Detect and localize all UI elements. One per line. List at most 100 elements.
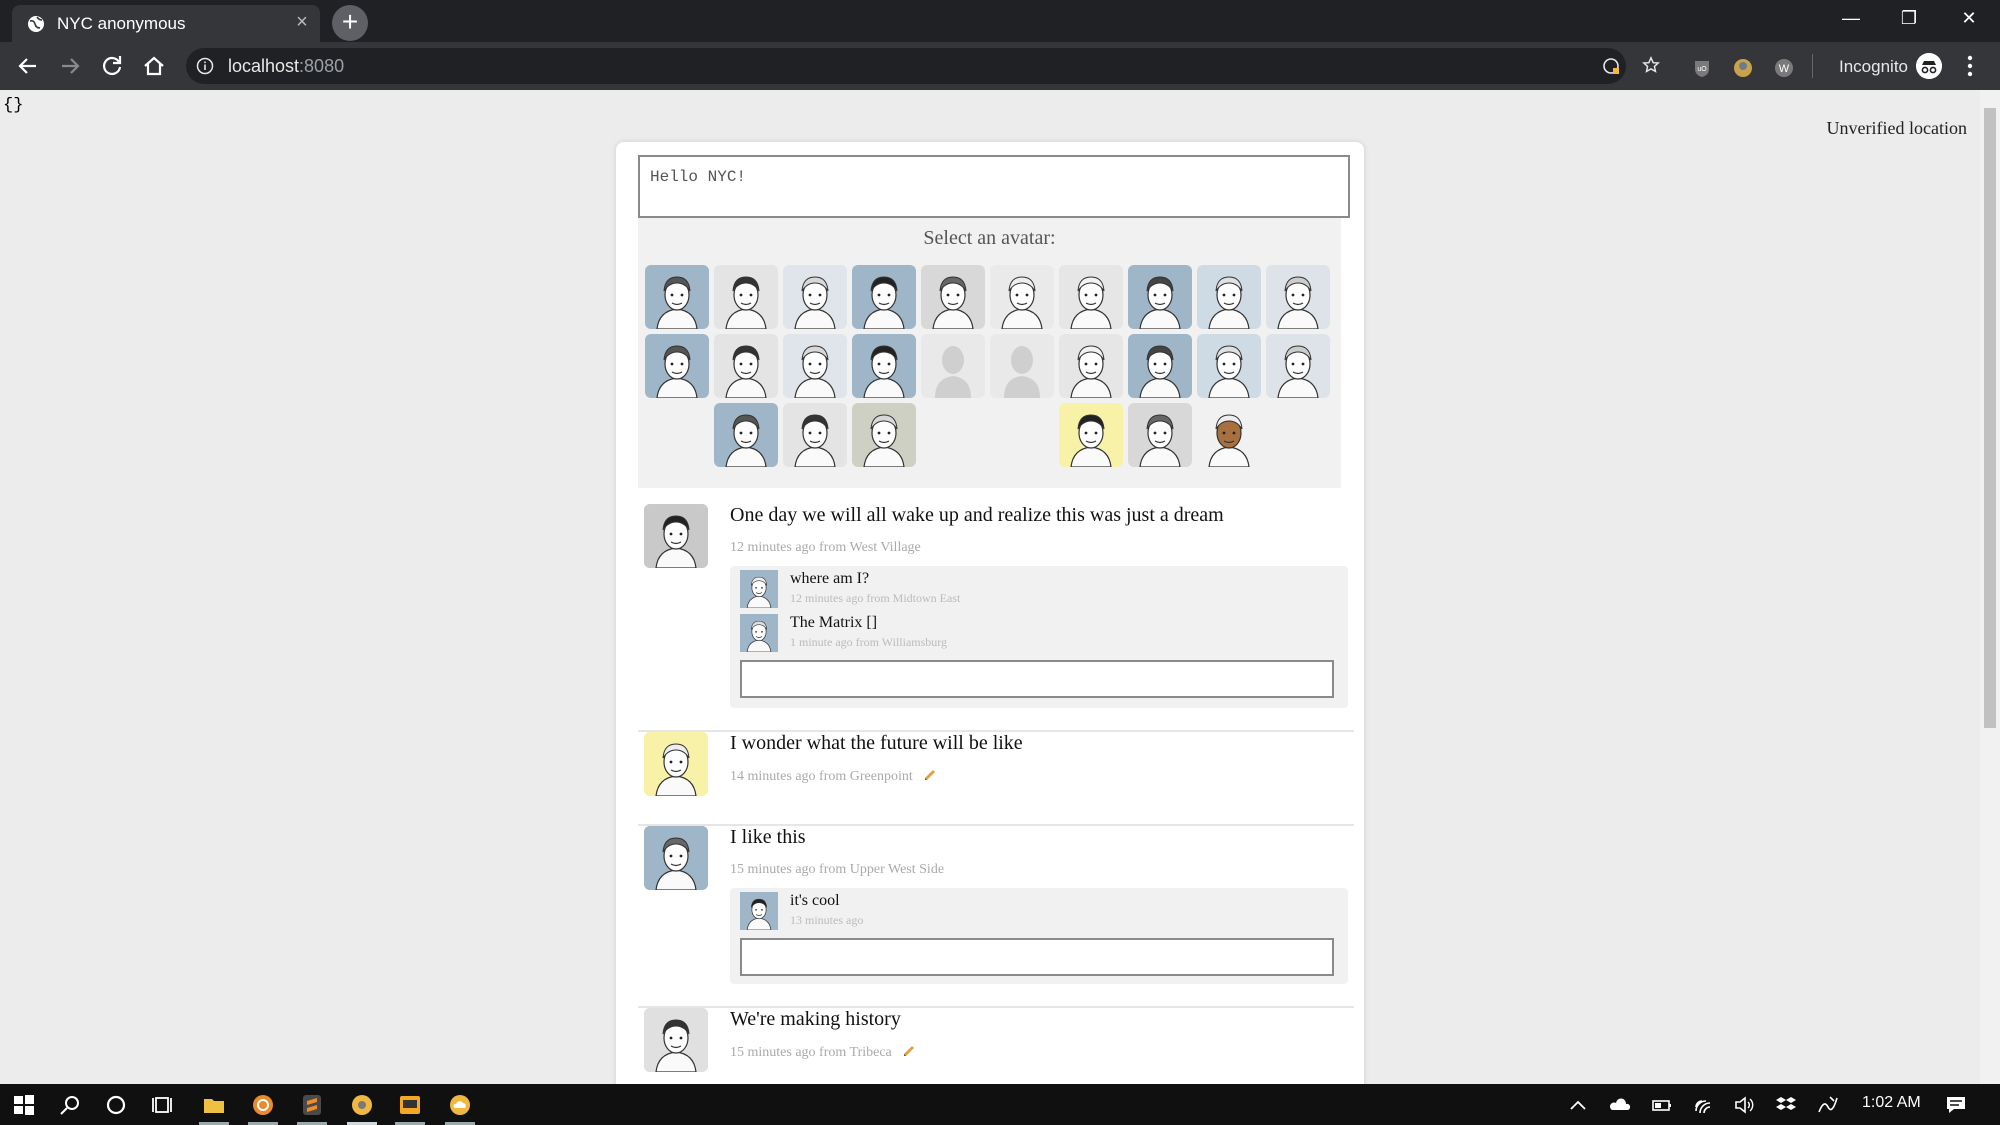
post-text: I wonder what the future will be like	[730, 732, 1023, 754]
pen-ink-icon[interactable]	[1816, 1093, 1840, 1117]
close-window-button[interactable]: ✕	[1940, 0, 1998, 38]
post-avatar	[644, 1008, 708, 1072]
avatar-option-disabled	[990, 334, 1054, 398]
avatar-option[interactable]	[1059, 265, 1123, 329]
cloud-app-icon[interactable]	[448, 1093, 472, 1117]
avatar-option[interactable]	[714, 403, 778, 467]
avatar-option[interactable]	[645, 334, 709, 398]
avatar-option[interactable]	[714, 334, 778, 398]
post-item: I wonder what the future will be like 14…	[638, 732, 1350, 816]
avatar-option[interactable]	[852, 265, 916, 329]
browser-tab[interactable]: NYC anonymous ×	[12, 5, 320, 42]
post-avatar	[644, 732, 708, 796]
reply-input[interactable]	[740, 660, 1334, 698]
page-scrollbar[interactable]	[1980, 90, 2000, 1084]
reply-meta: 12 minutes ago from Midtown East	[790, 591, 961, 605]
incognito-icon[interactable]	[1916, 53, 1942, 79]
avatar-extension-icon[interactable]	[1733, 58, 1753, 78]
avatar-option[interactable]	[852, 334, 916, 398]
post-text: I like this	[730, 826, 806, 848]
ublock-extension-icon[interactable]: uO	[1692, 58, 1712, 78]
avatar-option[interactable]	[1197, 403, 1261, 467]
avatar-option[interactable]	[783, 403, 847, 467]
avatar-option[interactable]	[990, 265, 1054, 329]
post-composer-input[interactable]: Hello NYC!	[638, 155, 1350, 218]
avatar-option[interactable]	[1128, 403, 1192, 467]
cortana-icon[interactable]	[104, 1093, 128, 1117]
svg-text:uO: uO	[1697, 66, 1707, 73]
search-icon[interactable]	[58, 1093, 82, 1117]
tab-close-icon[interactable]: ×	[292, 12, 312, 32]
avatar-option[interactable]	[1128, 265, 1192, 329]
post-item: We're making history 15 minutes ago from…	[638, 1008, 1350, 1092]
scrollbar-thumb[interactable]	[1984, 108, 1996, 728]
avatar-option[interactable]	[783, 265, 847, 329]
avatar-option[interactable]	[852, 403, 916, 467]
avatar-picker-heading: Select an avatar:	[923, 227, 1056, 249]
new-tab-button[interactable]: +	[332, 5, 368, 41]
battery-icon[interactable]	[1650, 1093, 1674, 1117]
terminal-app-icon[interactable]	[398, 1093, 422, 1117]
bookmark-star-icon[interactable]	[1642, 56, 1660, 74]
system-clock[interactable]: 1:02 AM	[1862, 1094, 1921, 1112]
post-item: One day we will all wake up and realize …	[638, 504, 1350, 720]
home-icon[interactable]	[140, 52, 168, 80]
file-explorer-icon[interactable]	[202, 1093, 226, 1117]
windows-taskbar: 1:02 AM	[0, 1084, 2000, 1125]
avatar-option[interactable]	[1059, 334, 1123, 398]
windows-start-icon[interactable]	[12, 1093, 36, 1117]
avatar-option[interactable]	[1128, 334, 1192, 398]
avatar-option[interactable]	[1266, 334, 1330, 398]
avatar-option[interactable]	[714, 265, 778, 329]
tray-chevron-up-icon[interactable]	[1566, 1093, 1590, 1117]
chrome-icon[interactable]	[350, 1093, 374, 1117]
browser-menu-icon[interactable]	[1966, 54, 1974, 78]
svg-text:W: W	[1779, 63, 1790, 75]
w-extension-icon[interactable]: W	[1774, 58, 1794, 78]
ubuntu-app-icon[interactable]	[251, 1093, 275, 1117]
onedrive-icon[interactable]	[1608, 1093, 1632, 1117]
reply-input[interactable]	[740, 938, 1334, 976]
avatar-option[interactable]	[1197, 334, 1261, 398]
reply-avatar	[740, 614, 778, 652]
minimize-button[interactable]: —	[1822, 0, 1880, 38]
url-text: localhost:8080	[228, 56, 345, 76]
back-icon[interactable]	[14, 52, 42, 80]
avatar-option[interactable]	[921, 265, 985, 329]
sublime-text-icon[interactable]	[300, 1093, 324, 1117]
avatar-option[interactable]	[1197, 265, 1261, 329]
avatar-option[interactable]	[1266, 265, 1330, 329]
site-info-icon[interactable]	[196, 57, 214, 75]
task-view-icon[interactable]	[150, 1093, 174, 1117]
replies-panel: it's cool 13 minutes ago	[730, 888, 1348, 984]
forward-icon[interactable]	[56, 52, 84, 80]
browser-title-bar: NYC anonymous × + — ❐ ✕	[0, 0, 2000, 42]
post-meta: 15 minutes ago from Tribeca	[730, 1044, 916, 1061]
post-meta: 12 minutes ago from West Village	[730, 540, 921, 555]
post-meta: 14 minutes ago from Greenpoint	[730, 768, 937, 785]
avatar-option[interactable]	[783, 334, 847, 398]
restore-button[interactable]: ❐	[1880, 0, 1938, 38]
address-bar[interactable]: localhost:8080	[186, 48, 1660, 84]
reply-meta: 1 minute ago from Williamsburg	[790, 635, 948, 649]
edit-pencil-icon[interactable]	[902, 1044, 916, 1058]
dropbox-icon[interactable]	[1774, 1093, 1798, 1117]
post-text: We're making history	[730, 1008, 901, 1030]
post-avatar	[644, 504, 708, 568]
avatar-option-disabled	[921, 334, 985, 398]
volume-icon[interactable]	[1732, 1093, 1756, 1117]
reply-text: where am I?	[790, 570, 870, 587]
page-viewport: {} Unverified location Hello NYC! Select…	[0, 90, 2000, 1102]
action-center-icon[interactable]	[1944, 1093, 1968, 1117]
avatar-option[interactable]	[645, 265, 709, 329]
avatar-option[interactable]	[1059, 403, 1123, 467]
tab-title: NYC anonymous	[57, 14, 186, 33]
edit-pencil-icon[interactable]	[923, 768, 937, 782]
avatar-picker: Select an avatar:	[638, 218, 1341, 488]
post-avatar	[644, 826, 708, 890]
reload-icon[interactable]	[98, 52, 126, 80]
translate-icon[interactable]	[1602, 57, 1620, 75]
wifi-icon[interactable]	[1692, 1093, 1716, 1117]
post-text: One day we will all wake up and realize …	[730, 504, 1224, 526]
reply-avatar	[740, 892, 778, 930]
